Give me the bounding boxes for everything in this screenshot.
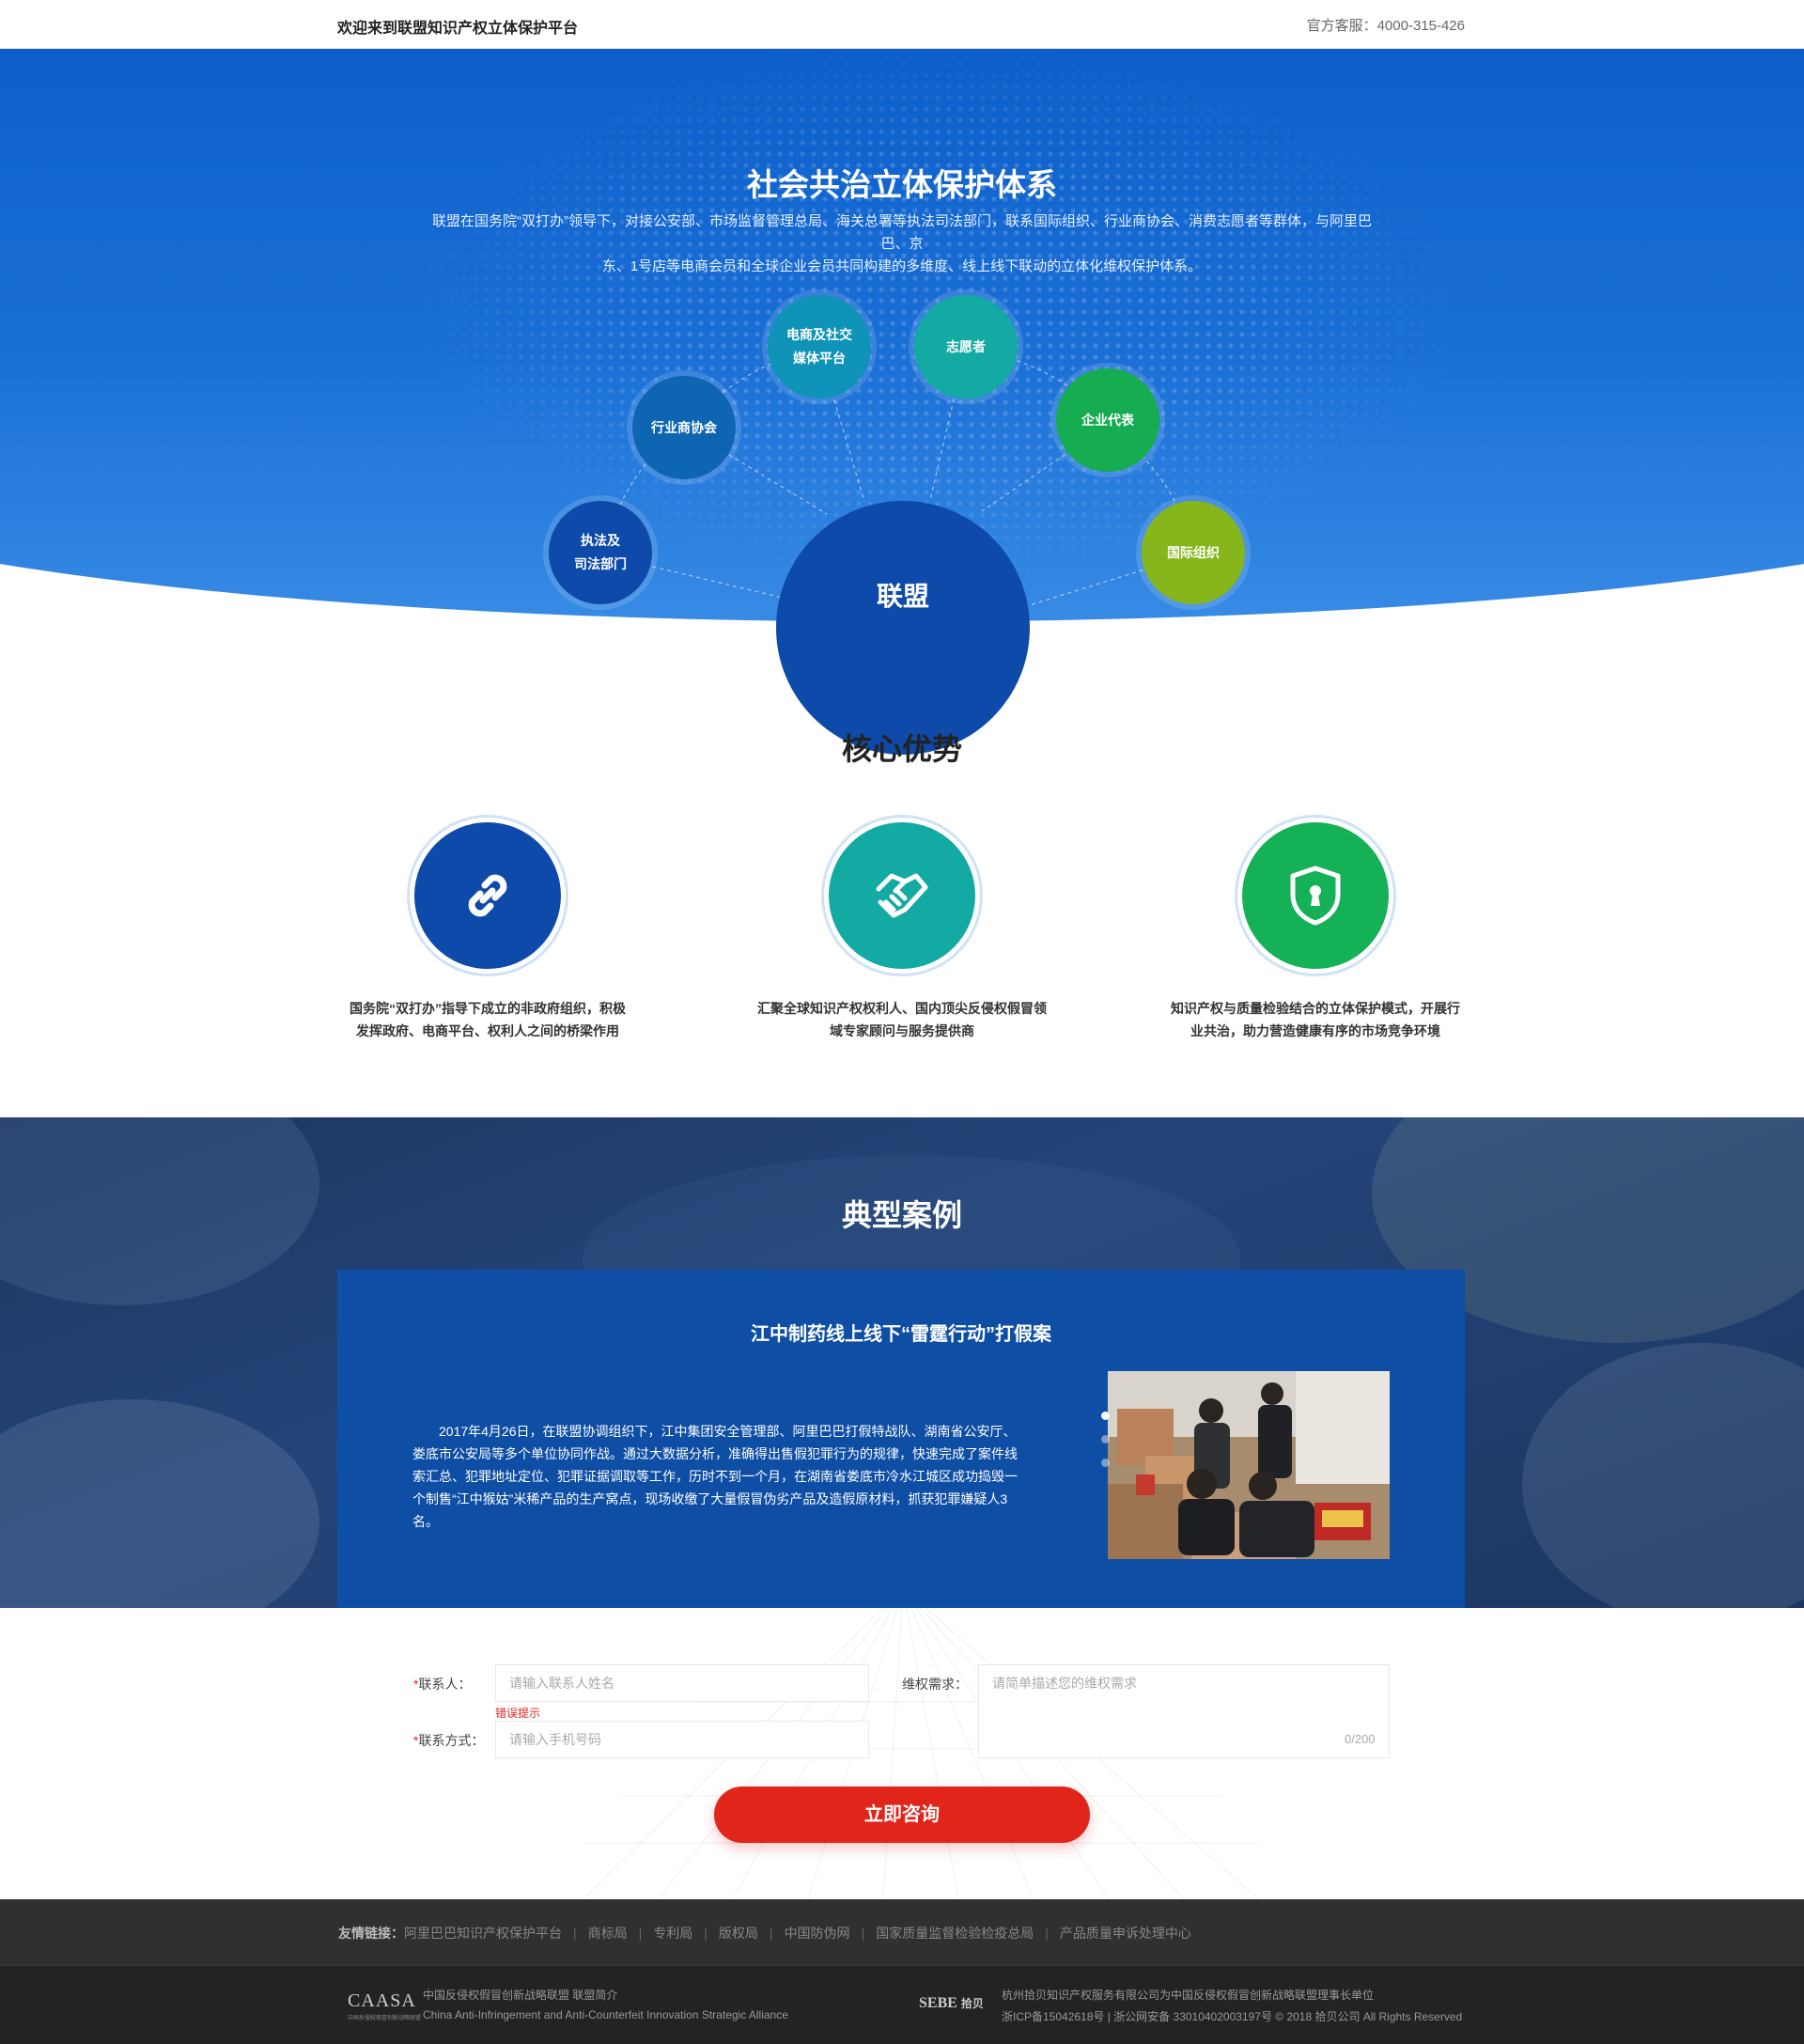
advantage-text: 发挥政府、电商平台、权利人之间的桥梁作用 xyxy=(356,1023,619,1038)
need-textarea[interactable]: 请简单描述您的维权需求 xyxy=(978,1664,1390,1758)
cases-title: 典型案例 xyxy=(841,1198,962,1232)
advantage-text: 业共治，助力营造健康有序的市场竞争环境 xyxy=(1190,1023,1440,1038)
shield-lock-icon xyxy=(1242,822,1389,969)
hero-title: 社会共治立体保护体系 xyxy=(747,167,1057,202)
advantage-text: 国务院“双打办”指导下成立的非政府组织，积极 xyxy=(350,1001,626,1016)
case-title[interactable]: 江中制药线上线下“雷霆行动”打假案 xyxy=(337,1318,1465,1346)
advantage-card: 国务院“双打办”指导下成立的非政府组织，积极 发挥政府、电商平台、权利人之间的桥… xyxy=(337,822,638,1042)
footer-bottom: CAASA 中国反侵权假冒创新战略联盟 中国反侵权假冒创新战略联盟 联盟简介 C… xyxy=(0,1965,1804,2044)
copyright: 浙ICP备15042618号 | 浙公网安备 33010402003197号 ©… xyxy=(1002,2010,1463,2023)
node-label: 司法部门 xyxy=(574,556,627,571)
footer-links-bar: 友情链接：阿里巴巴知识产权保护平台 | 商标局 | 专利局 | 版权局 | 中国防伪网 | 国家质量… xyxy=(0,1899,1804,1965)
case-photo xyxy=(1108,1371,1390,1559)
node-label: 行业商协会 xyxy=(651,419,717,435)
service-phone: 官方客服：4000-315-426 xyxy=(1306,18,1465,34)
hero-desc-line: 联盟在国务院“双打办”领导下，对接公安部、市场监督管理总局、海关总署等执法司法部… xyxy=(432,213,1372,252)
friend-links-label: 友情链接： xyxy=(338,1926,404,1941)
advantage-card: 知识产权与质量检验结合的立体保护模式，开展行 业共治，助力营造健康有序的市场竞争… xyxy=(1165,822,1466,1042)
node-label: 企业代表 xyxy=(1081,412,1134,428)
friend-link[interactable]: 阿里巴巴知识产权保护平台 xyxy=(404,1926,562,1941)
caasa-info[interactable]: 中国反侵权假冒创新战略联盟 联盟简介 xyxy=(423,1987,617,2003)
link-icon xyxy=(414,822,561,969)
slide-dot[interactable] xyxy=(1101,1435,1110,1443)
alliance-center-node: 联盟 xyxy=(776,501,1030,755)
friend-link[interactable]: 产品质量申诉处理中心 xyxy=(1060,1926,1191,1941)
slide-dot[interactable] xyxy=(1101,1459,1110,1467)
node-label: 媒体平台 xyxy=(793,351,846,366)
friend-link[interactable]: 版权局 xyxy=(719,1926,758,1941)
friend-link[interactable]: 国家质量监督检验检疫总局 xyxy=(876,1926,1034,1941)
node-label: 执法及 xyxy=(581,533,620,548)
node-label: 电商及社交 xyxy=(786,327,852,342)
consult-form-section xyxy=(0,1608,1804,1899)
node-law-enforcement: 执法及 司法部门 xyxy=(549,501,652,604)
hero-description: 联盟在国务院“双打办”领导下，对接公安部、市场监督管理总局、海关总署等执法司法部… xyxy=(428,211,1376,278)
top-bar: 欢迎来到联盟知识产权立体保护平台 官方客服：4000-315-426 xyxy=(0,0,1804,49)
friend-link[interactable]: 商标局 xyxy=(588,1926,628,1941)
node-enterprise: 企业代表 xyxy=(1056,368,1159,472)
need-label: 维权需求： xyxy=(902,1677,968,1692)
case-text: 2017年4月26日，在联盟协调组织下，江中集团安全管理部、阿里巴巴打假特战队、… xyxy=(412,1424,1018,1529)
phone-label: *联系方式： xyxy=(413,1733,485,1748)
advantage-text: 域专家顾问与服务提供商 xyxy=(830,1023,974,1038)
phone-input[interactable]: 请输入手机号码 xyxy=(495,1721,869,1758)
advantage-text: 知识产权与质量检验结合的立体保护模式，开展行 xyxy=(1171,1001,1460,1016)
advantage-card: 汇聚全球知识产权权利人、国内顶尖反侵权假冒领 域专家顾问与服务提供商 xyxy=(752,822,1052,1042)
node-international: 国际组织 xyxy=(1142,501,1245,604)
node-label: 志愿者 xyxy=(946,338,986,354)
node-industry-association: 行业商协会 xyxy=(632,376,736,479)
handshake-icon xyxy=(829,822,975,969)
caasa-logo: CAASA xyxy=(348,1990,416,2011)
consult-button[interactable]: 立即咨询 xyxy=(714,1787,1090,1843)
contact-error-hint: 错误提示 xyxy=(495,1707,541,1720)
node-label: 国际组织 xyxy=(1167,544,1220,560)
welcome-text: 欢迎来到联盟知识产权立体保护平台 xyxy=(337,21,579,37)
char-counter: 0/200 xyxy=(1345,1732,1376,1746)
case-card[interactable]: 江中制药线上线下“雷霆行动”打假案 2017年4月26日，在联盟协调组织下，江中… xyxy=(337,1270,1465,1608)
caasa-logo-sub: 中国反侵权假冒创新战略联盟 xyxy=(348,2016,422,2021)
advantages-title: 核心优势 xyxy=(841,732,962,766)
friend-link[interactable]: 中国防伪网 xyxy=(785,1926,850,1941)
friend-link[interactable]: 专利局 xyxy=(653,1926,692,1941)
hero-desc-line: 东、1号店等电商会员和全球企业会员共同构建的多维度、线上线下联动的立体化维权保护… xyxy=(601,258,1203,274)
friend-links: 友情链接：阿里巴巴知识产权保护平台 | 商标局 | 专利局 | 版权局 | 中国防伪网 | 国家质量… xyxy=(338,1926,1191,1941)
sebe-info: 杭州拾贝知识产权服务有限公司为中国反侵权假冒创新战略联盟理事长单位 xyxy=(1002,1989,1375,2002)
contact-label: *联系人： xyxy=(413,1677,472,1692)
sebe-logo: SEBE 拾贝 xyxy=(919,1995,984,2011)
node-ecommerce-media: 电商及社交 媒体平台 xyxy=(768,295,871,398)
contact-name-input[interactable]: 请输入联系人姓名 xyxy=(495,1664,869,1702)
slide-dot-active[interactable] xyxy=(1101,1412,1110,1420)
advantage-text: 汇聚全球知识产权权利人、国内顶尖反侵权假冒领 xyxy=(757,1001,1047,1016)
caasa-english: China Anti-Infringement and Anti-Counter… xyxy=(423,2008,788,2021)
node-volunteers: 志愿者 xyxy=(914,295,1018,398)
